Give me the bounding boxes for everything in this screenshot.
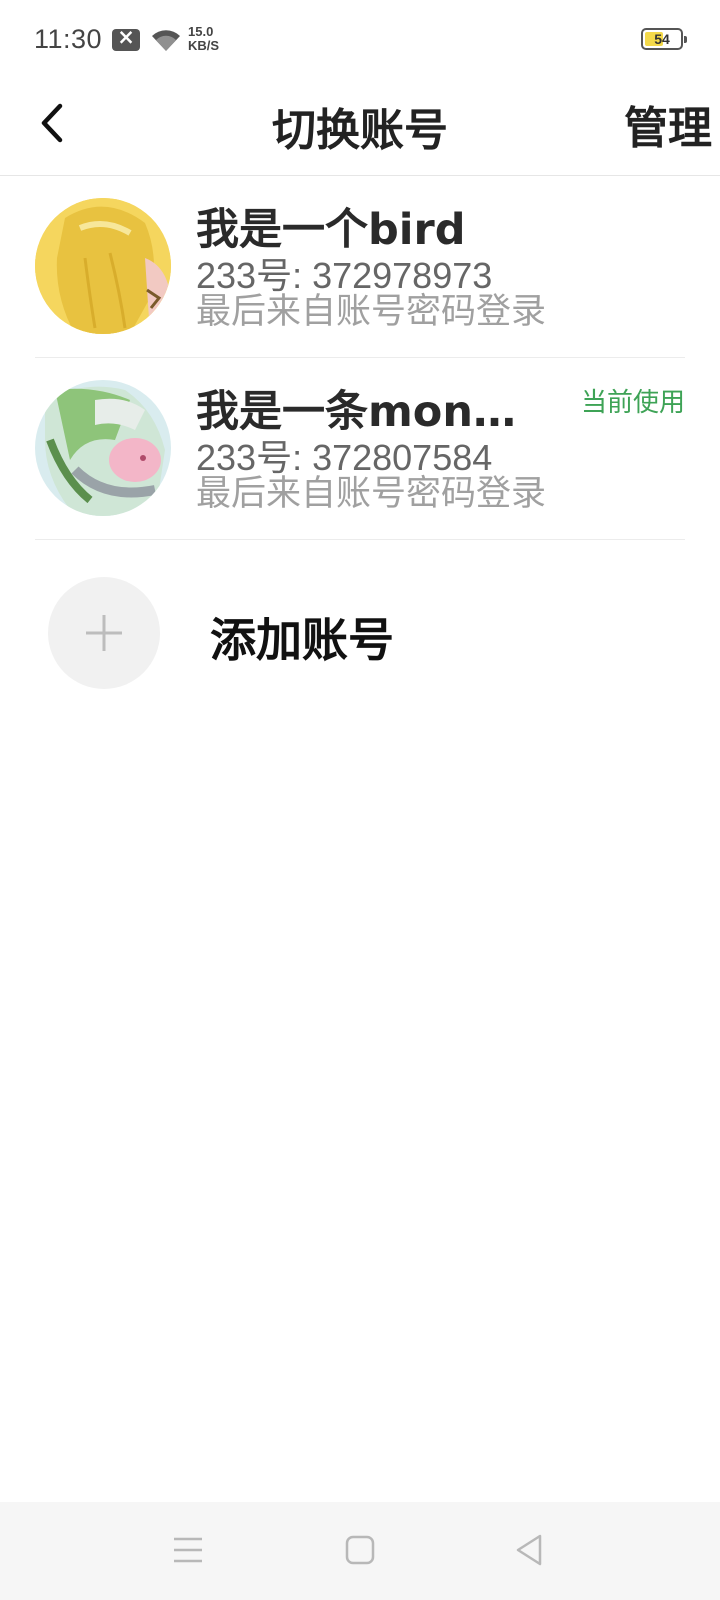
network-speed: 15.0 KB/S (188, 25, 219, 53)
network-speed-unit: KB/S (188, 38, 220, 53)
login-method: 最后来自账号密码登录 (196, 474, 547, 514)
wifi-icon (152, 30, 180, 51)
current-account-badge: 当前使用 (580, 388, 685, 418)
system-navigation-bar (0, 1502, 720, 1600)
nav-back-button[interactable] (510, 1530, 550, 1570)
notification-icon (112, 25, 140, 51)
nav-menu-button[interactable] (168, 1530, 208, 1570)
avatar (35, 198, 171, 334)
account-item-2[interactable]: 我是一条monk... 233号: 372807584 最后来自账号密码登录 当… (35, 358, 685, 540)
plus-icon (86, 615, 122, 651)
status-time: 11:30 (34, 24, 103, 54)
add-account-circle (48, 577, 160, 689)
avatar-image-monkey (35, 380, 171, 516)
account-name: 我是一个bird (196, 205, 466, 255)
battery-icon: 54 (641, 28, 687, 50)
back-triangle-icon (516, 1534, 542, 1566)
page-title: 切换账号 (272, 105, 448, 156)
account-name: 我是一条monk... (196, 387, 536, 437)
avatar (35, 380, 171, 516)
battery-level: 54 (654, 31, 670, 47)
account-id: 233号: 372978973 (196, 255, 493, 296)
avatar-image-bird (35, 198, 171, 334)
menu-icon (174, 1537, 202, 1563)
header: 切换账号 管理 (0, 80, 720, 176)
home-square-icon (345, 1535, 375, 1565)
network-speed-value: 15.0 (188, 24, 214, 39)
login-method: 最后来自账号密码登录 (196, 292, 547, 332)
add-account-button[interactable]: 添加账号 (35, 560, 685, 700)
nav-home-button[interactable] (340, 1530, 380, 1570)
account-id: 233号: 372807584 (196, 437, 493, 478)
account-item-1[interactable]: 我是一个bird 233号: 372978973 最后来自账号密码登录 (35, 176, 685, 358)
manage-button[interactable]: 管理 (624, 92, 712, 156)
add-account-label: 添加账号 (210, 613, 394, 667)
status-bar: 11:30 15.0 KB/S 54 (0, 0, 720, 80)
